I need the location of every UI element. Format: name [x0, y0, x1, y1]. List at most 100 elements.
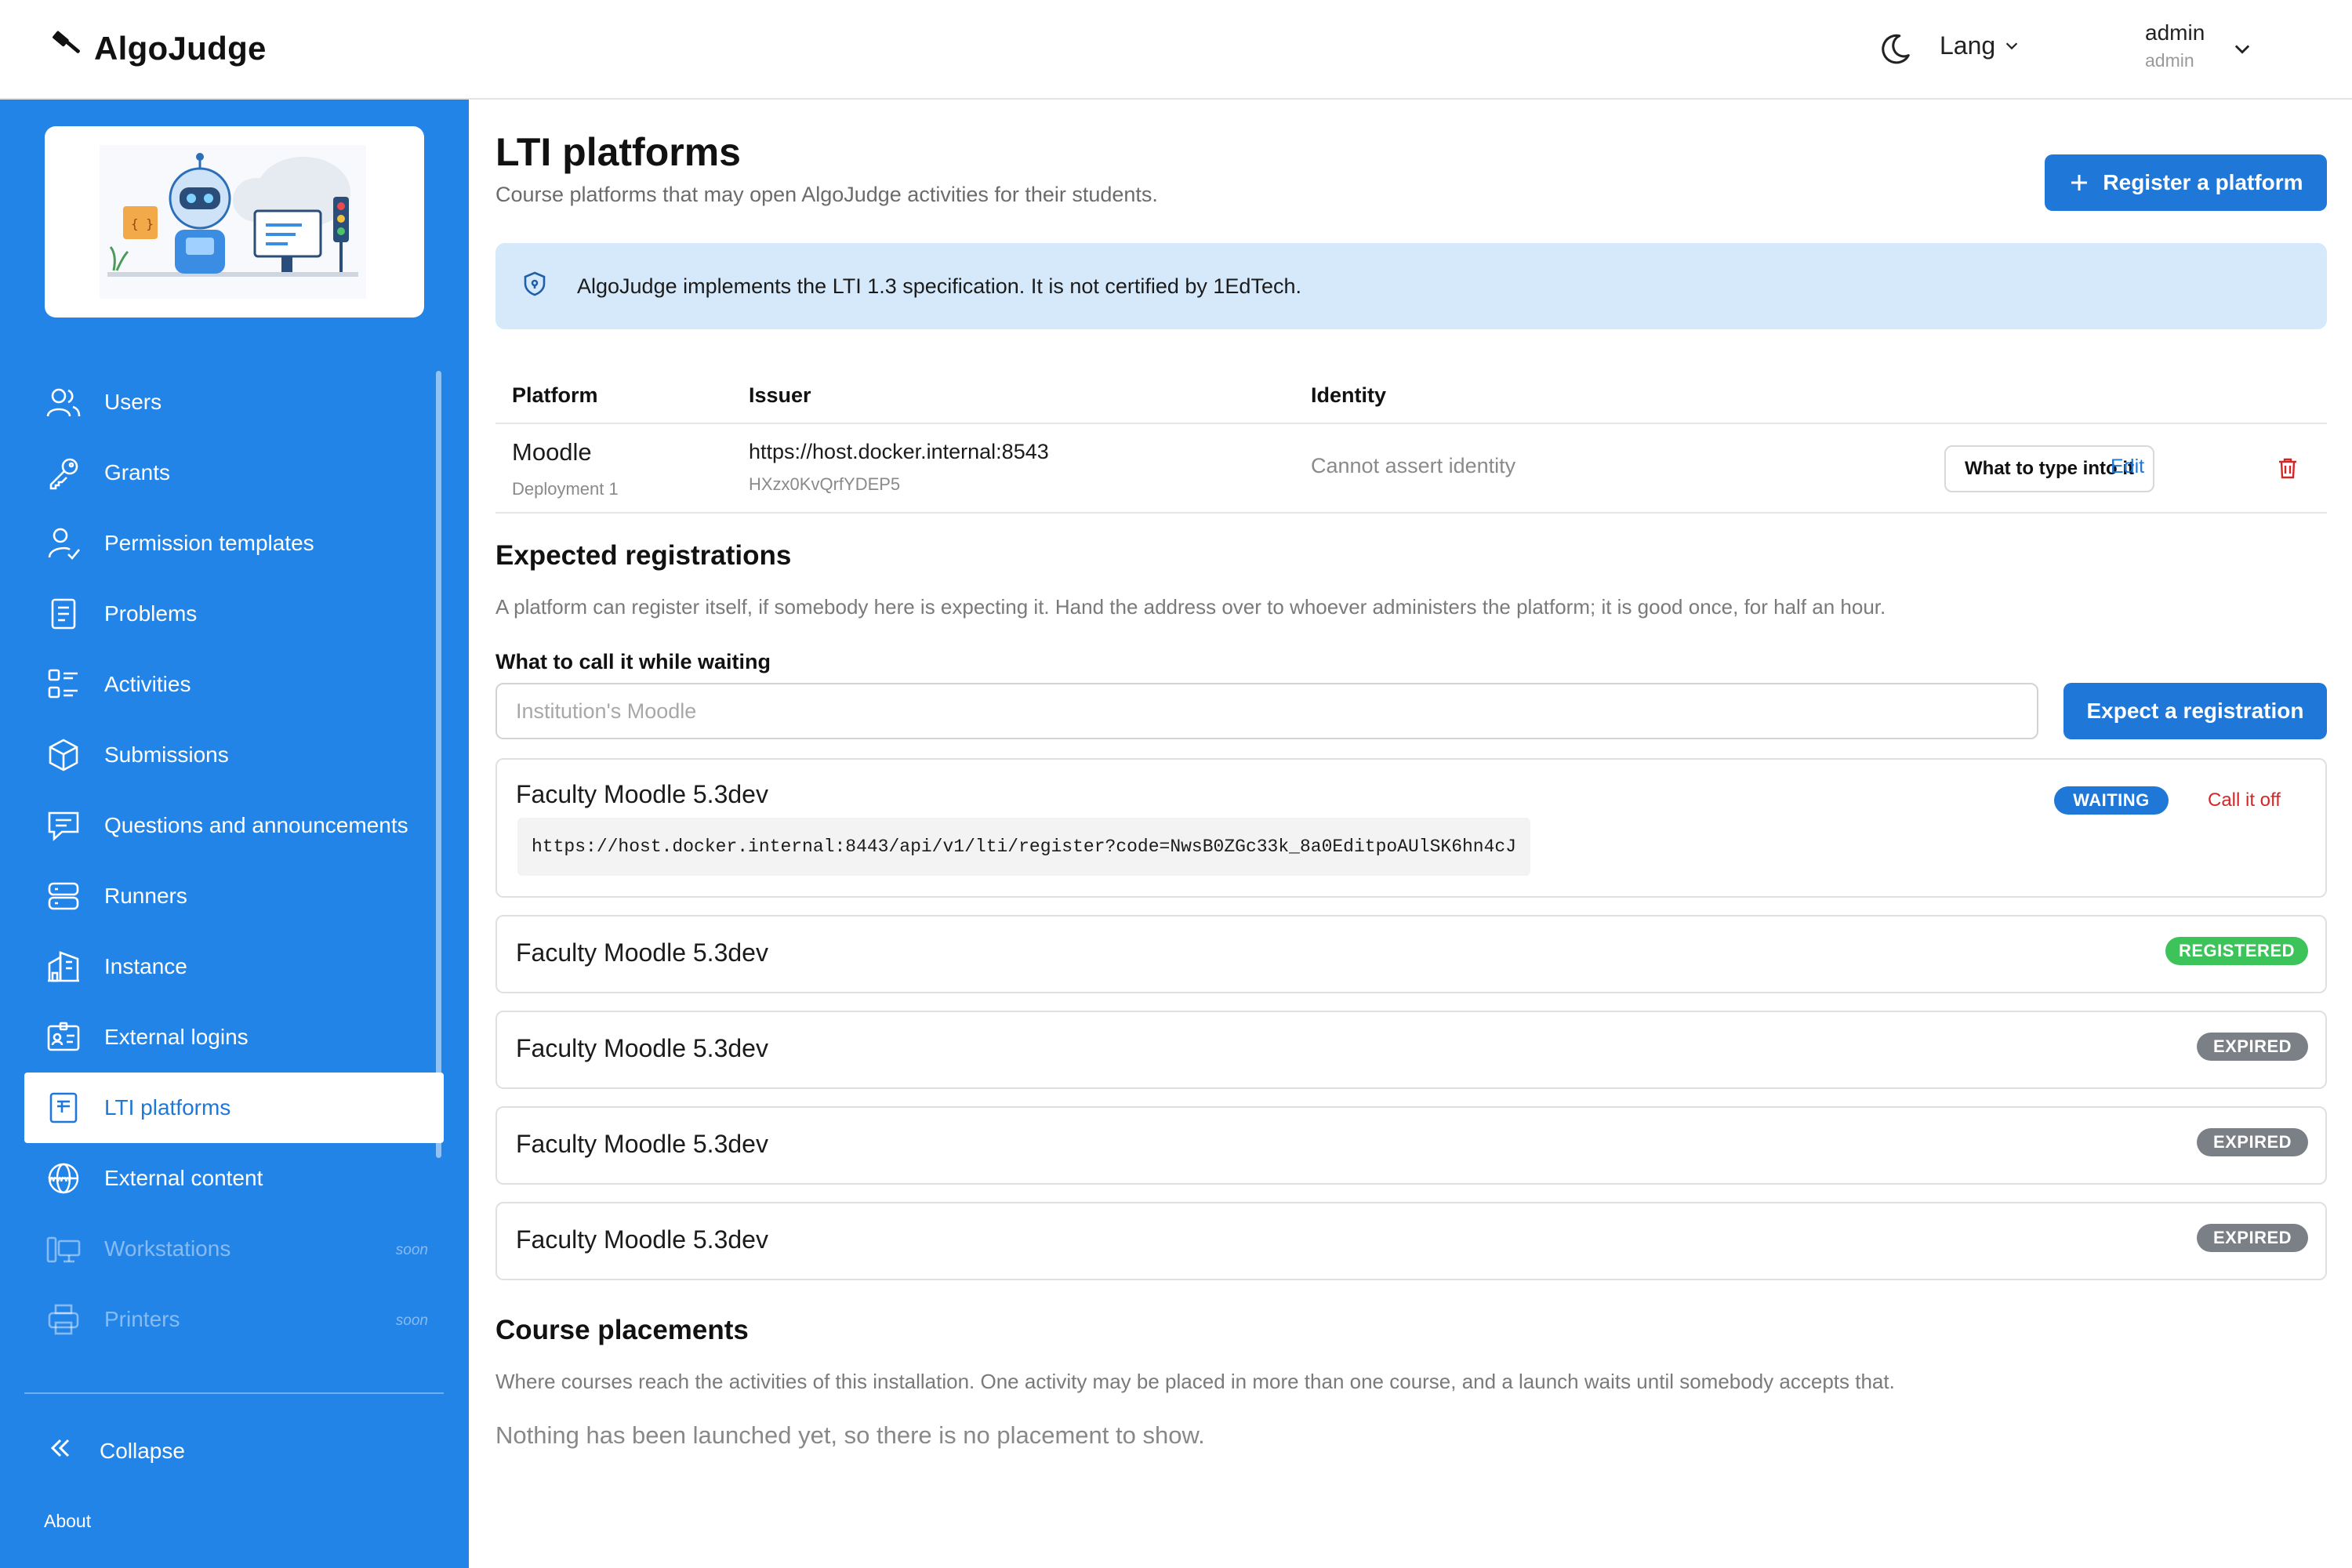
collapse-button[interactable]: Collapse	[45, 1432, 185, 1469]
table-header: Platform Issuer Identity	[495, 369, 2327, 424]
svg-text:www: www	[48, 1174, 72, 1184]
id-card-icon	[45, 1018, 82, 1056]
info-text: AlgoJudge implements the LTI 1.3 specifi…	[577, 274, 1301, 298]
waiting-name-input[interactable]	[495, 683, 2038, 739]
call-it-off-link[interactable]: Call it off	[2208, 789, 2281, 811]
sidebar-item-users[interactable]: Users	[24, 367, 444, 437]
document-icon	[45, 595, 82, 633]
message-icon	[45, 807, 82, 844]
delete-button[interactable]	[2275, 456, 2300, 481]
register-platform-label: Register a platform	[2103, 170, 2303, 194]
printer-icon	[45, 1301, 82, 1338]
sidebar-item-submissions[interactable]: Submissions	[24, 720, 444, 790]
key-icon	[45, 454, 82, 492]
sidebar-scrollbar[interactable]	[436, 371, 441, 1158]
issuer-url: https://host.docker.internal:8543	[749, 440, 1049, 463]
user-name: admin	[2145, 20, 2205, 45]
registration-name: Faculty Moodle 5.3dev	[516, 1034, 768, 1062]
app-root: AlgoJudge Lang admin admin {} Users Gra…	[0, 0, 2352, 1568]
status-badge: EXPIRED	[2197, 1224, 2308, 1252]
sidebar-item-printers: Printers soon	[24, 1284, 444, 1355]
column-header-platform: Platform	[512, 383, 598, 407]
sidebar-item-external-content[interactable]: www External content	[24, 1143, 444, 1214]
top-header: AlgoJudge Lang admin admin	[0, 0, 2352, 100]
registration-card: Faculty Moodle 5.3dev REGISTERED	[495, 915, 2327, 993]
registration-name: Faculty Moodle 5.3dev	[516, 1130, 768, 1158]
table-row: Moodle Deployment 1 https://host.docker.…	[495, 424, 2327, 514]
trash-icon	[2275, 458, 2300, 484]
gavel-icon	[49, 28, 85, 68]
lang-label: Lang	[1940, 31, 1996, 60]
file-text-icon	[45, 1089, 82, 1127]
empty-state-message: Nothing has been launched yet, so there …	[495, 1421, 1205, 1449]
registration-card: Faculty Moodle 5.3dev EXPIRED	[495, 1106, 2327, 1185]
app-name: AlgoJudge	[94, 29, 267, 67]
identity-status: Cannot assert identity	[1311, 454, 1516, 477]
client-id: HXzx0KvQrfYDEP5	[749, 474, 901, 494]
sidebar-item-label: External content	[104, 1166, 263, 1190]
course-placements-title: Course placements	[495, 1315, 749, 1345]
status-badge: EXPIRED	[2197, 1033, 2308, 1061]
sidebar-item-label: Grants	[104, 460, 171, 485]
sidebar-item-label: LTI platforms	[104, 1095, 231, 1120]
workstation-icon	[45, 1230, 82, 1268]
register-platform-button[interactable]: Register a platform	[2045, 154, 2327, 211]
expected-registrations-description: A platform can register itself, if someb…	[495, 595, 1886, 619]
list-icon	[45, 666, 82, 703]
column-header-issuer: Issuer	[749, 383, 811, 407]
sidebar-item-label: Problems	[104, 601, 198, 626]
www-icon: www	[45, 1160, 82, 1197]
registration-name: Faculty Moodle 5.3dev	[516, 780, 768, 808]
soon-tag: soon	[395, 1242, 428, 1258]
expect-registration-button[interactable]: Expect a registration	[2063, 683, 2327, 739]
sidebar-item-label: Permission templates	[104, 531, 314, 555]
registration-card: Faculty Moodle 5.3dev EXPIRED	[495, 1202, 2327, 1280]
sidebar-item-workstations: Workstations soon	[24, 1214, 444, 1284]
sidebar-item-activities[interactable]: Activities	[24, 649, 444, 720]
sidebar-item-label: Printers	[104, 1307, 180, 1331]
sidebar-item-lti-platforms[interactable]: LTI platforms	[24, 1073, 444, 1143]
sidebar-illustration-card: { }	[45, 126, 424, 318]
about-link[interactable]: About	[44, 1511, 91, 1532]
chevron-down-icon	[2003, 31, 2020, 60]
edit-link[interactable]: Edit	[2111, 456, 2144, 478]
info-alert: AlgoJudge implements the LTI 1.3 specifi…	[495, 243, 2327, 329]
soon-tag: soon	[395, 1312, 428, 1329]
language-selector[interactable]: Lang	[1940, 31, 2020, 60]
sidebar-item-external-logins[interactable]: External logins	[24, 1002, 444, 1073]
sidebar-item-label: External logins	[104, 1025, 249, 1049]
building-icon	[45, 948, 82, 985]
robot-illustration: { }	[100, 145, 366, 299]
sidebar-item-instance[interactable]: Instance	[24, 931, 444, 1002]
app-logo[interactable]: AlgoJudge	[49, 28, 267, 68]
plus-icon	[2068, 172, 2090, 194]
expected-registrations-title: Expected registrations	[495, 540, 792, 571]
server-icon	[45, 877, 82, 915]
page-subtitle: Course platforms that may open AlgoJudge…	[495, 183, 1158, 206]
sidebar-item-label: Instance	[104, 954, 187, 978]
sidebar-item-questions-announcements[interactable]: Questions and announcements	[24, 790, 444, 861]
dark-mode-toggle[interactable]	[1877, 31, 1913, 67]
shield-icon	[521, 270, 577, 303]
platforms-table: Platform Issuer Identity Moodle Deployme…	[495, 369, 2327, 514]
user-check-icon	[45, 524, 82, 562]
sidebar-item-problems[interactable]: Problems	[24, 579, 444, 649]
sidebar: { } Users Grants Permission templates Pr…	[0, 100, 469, 1568]
status-badge: WAITING	[2054, 786, 2169, 815]
user-menu-chevron[interactable]	[2231, 38, 2253, 60]
registration-name: Faculty Moodle 5.3dev	[516, 1225, 768, 1254]
sidebar-item-permission-templates[interactable]: Permission templates	[24, 508, 444, 579]
page-title: LTI platforms	[495, 130, 741, 174]
sidebar-divider	[24, 1392, 444, 1394]
user-role: admin	[2145, 50, 2194, 71]
chevron-down-icon	[2231, 45, 2253, 63]
user-menu[interactable]: admin admin	[2145, 20, 2205, 71]
sidebar-item-label: Activities	[104, 672, 191, 696]
status-badge: EXPIRED	[2197, 1128, 2308, 1156]
cube-icon	[45, 736, 82, 774]
registration-url[interactable]: https://host.docker.internal:8443/api/v1…	[517, 818, 1531, 876]
sidebar-item-grants[interactable]: Grants	[24, 437, 444, 508]
sidebar-item-runners[interactable]: Runners	[24, 861, 444, 931]
users-icon	[45, 383, 82, 421]
moon-icon	[1877, 34, 1913, 71]
